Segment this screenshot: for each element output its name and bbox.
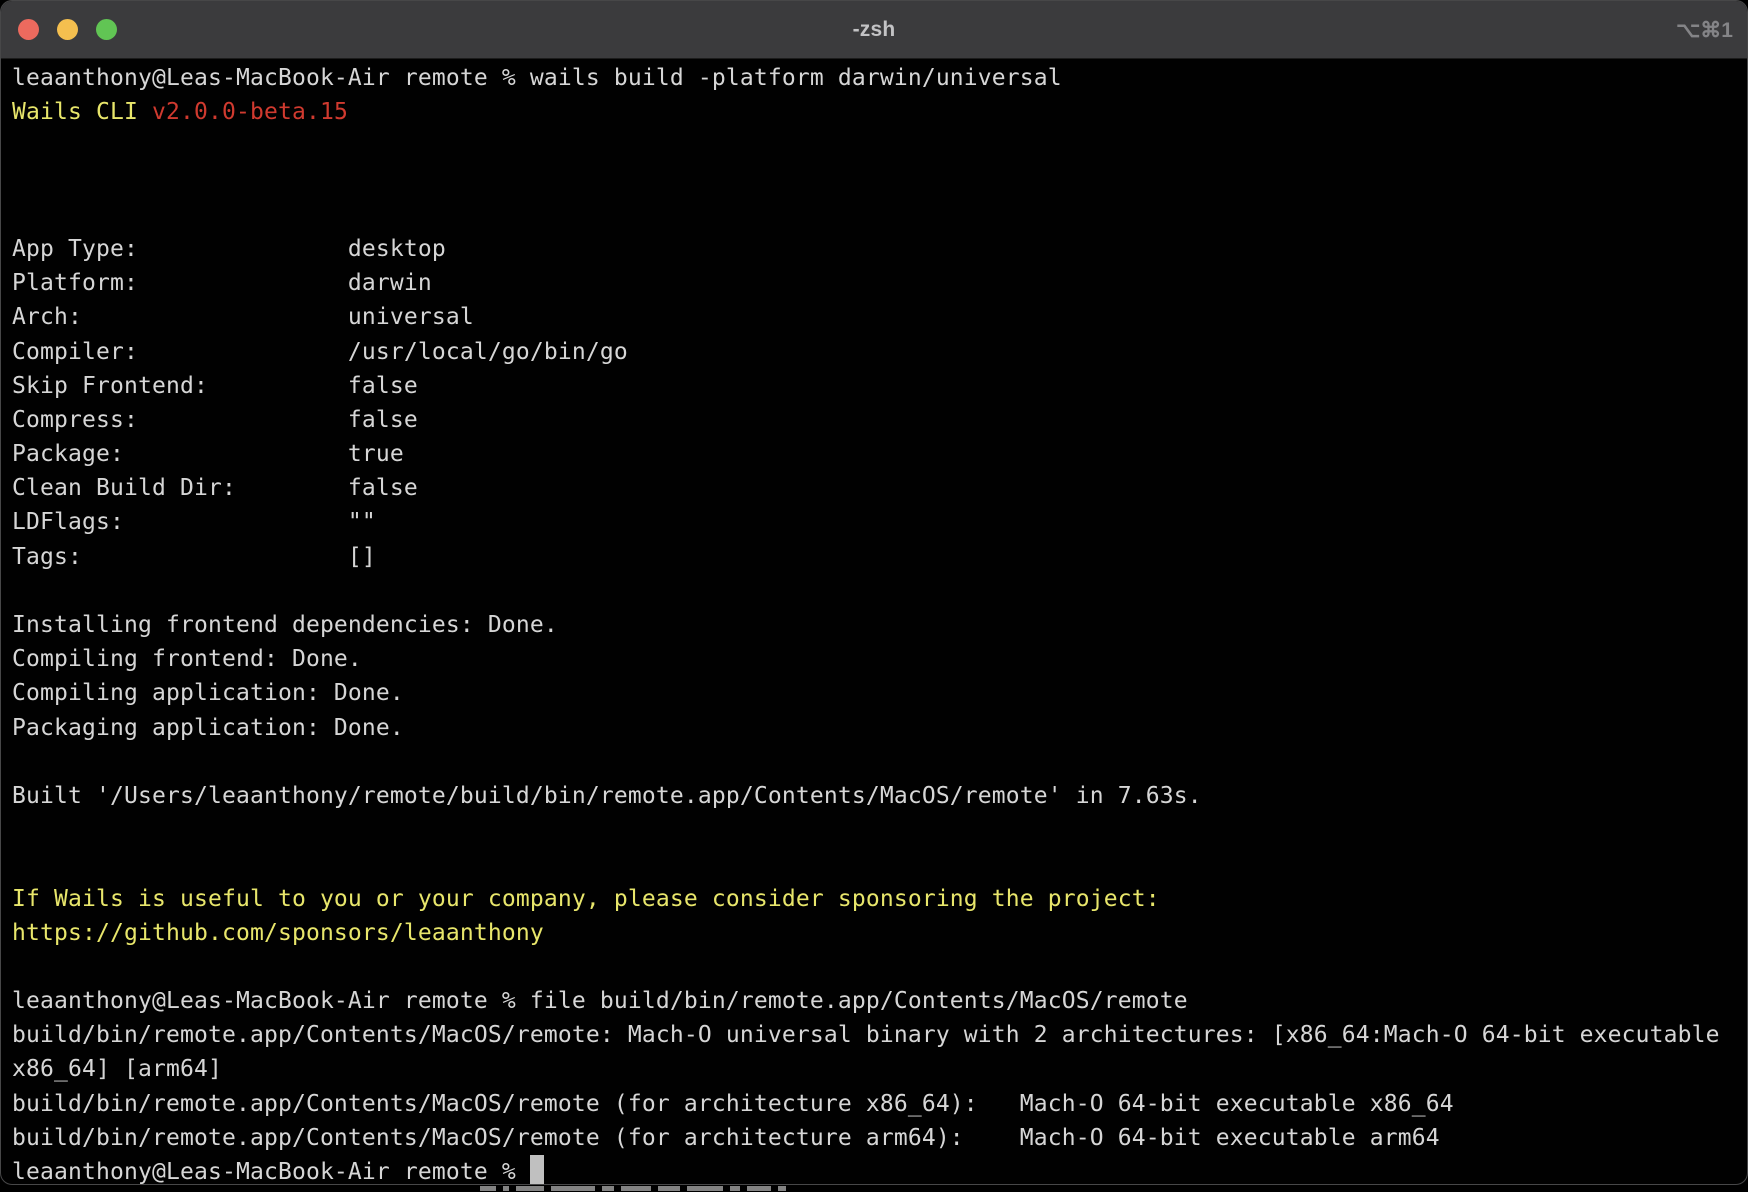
- ldflags-line: LDFlags: "": [12, 505, 1747, 539]
- terminal-line: [12, 164, 1747, 198]
- arch-line: Arch: universal: [12, 300, 1747, 334]
- compress-line: Compress: false: [12, 403, 1747, 437]
- clipped-text-fragment: [730, 1186, 740, 1191]
- clipped-text-fragment: [687, 1186, 723, 1191]
- terminal-line: [12, 950, 1747, 984]
- clipped-text-fragment: [480, 1186, 496, 1191]
- compiling-application-line: Compiling application: Done.: [12, 676, 1747, 710]
- titlebar[interactable]: -zsh ⌥⌘1: [1, 1, 1747, 59]
- terminal-cursor: [530, 1155, 544, 1185]
- clipped-text-fragment: [778, 1186, 786, 1191]
- clipped-text-fragment: [503, 1186, 509, 1191]
- window-shortcut-badge: ⌥⌘1: [1676, 1, 1733, 59]
- skip-frontend-line: Skip Frontend: false: [12, 369, 1747, 403]
- clipped-text-fragment: [516, 1186, 544, 1191]
- installing-deps-line: Installing frontend dependencies: Done.: [12, 608, 1747, 642]
- wails-version: v2.0.0-beta.15: [152, 99, 348, 125]
- file-command-line: leaanthony@Leas-MacBook-Air remote % fil…: [12, 984, 1747, 1018]
- command-line: leaanthony@Leas-MacBook-Air remote % wai…: [12, 61, 1747, 95]
- terminal-line: [12, 745, 1747, 779]
- compiler-line: Compiler: /usr/local/go/bin/go: [12, 335, 1747, 369]
- version-line: Wails CLI v2.0.0-beta.15: [12, 95, 1747, 129]
- tags-line: Tags: []: [12, 540, 1747, 574]
- clipped-text-fragment: [658, 1186, 680, 1191]
- package-line: Package: true: [12, 437, 1747, 471]
- terminal-window: -zsh ⌥⌘1 leaanthony@Leas-MacBook-Air rem…: [0, 0, 1748, 1185]
- terminal-line: [12, 847, 1747, 881]
- prompt-line[interactable]: leaanthony@Leas-MacBook-Air remote %: [12, 1155, 1747, 1185]
- prompt-text: leaanthony@Leas-MacBook-Air remote %: [12, 1159, 530, 1185]
- wails-cli-label: Wails CLI: [12, 99, 152, 125]
- clipped-text-fragment: [621, 1186, 651, 1191]
- build-result-line: Built '/Users/leaanthony/remote/build/bi…: [12, 779, 1747, 813]
- clipped-text-fragment: [602, 1186, 614, 1191]
- terminal-output[interactable]: leaanthony@Leas-MacBook-Air remote % wai…: [1, 59, 1747, 1185]
- clipped-text-fragment: [747, 1186, 771, 1191]
- packaging-application-line: Packaging application: Done.: [12, 711, 1747, 745]
- platform-line: Platform: darwin: [12, 266, 1747, 300]
- file-output-x86-line: build/bin/remote.app/Contents/MacOS/remo…: [12, 1087, 1747, 1121]
- file-output-wrap-line: x86_64] [arm64]: [12, 1052, 1747, 1086]
- terminal-line: [12, 198, 1747, 232]
- window-title: -zsh: [1, 18, 1747, 42]
- clean-build-dir-line: Clean Build Dir: false: [12, 471, 1747, 505]
- terminal-line: [12, 129, 1747, 163]
- compiling-frontend-line: Compiling frontend: Done.: [12, 642, 1747, 676]
- file-output-line: build/bin/remote.app/Contents/MacOS/remo…: [12, 1018, 1747, 1052]
- file-output-arm64-line: build/bin/remote.app/Contents/MacOS/remo…: [12, 1121, 1747, 1155]
- terminal-line: [12, 813, 1747, 847]
- terminal-line: [12, 574, 1747, 608]
- sponsor-url-line: https://github.com/sponsors/leaanthony: [12, 916, 1747, 950]
- clipped-text-fragment: [551, 1186, 595, 1191]
- sponsor-message-line: If Wails is useful to you or your compan…: [12, 882, 1747, 916]
- background-window-sliver: [480, 1186, 820, 1192]
- app-type-line: App Type: desktop: [12, 232, 1747, 266]
